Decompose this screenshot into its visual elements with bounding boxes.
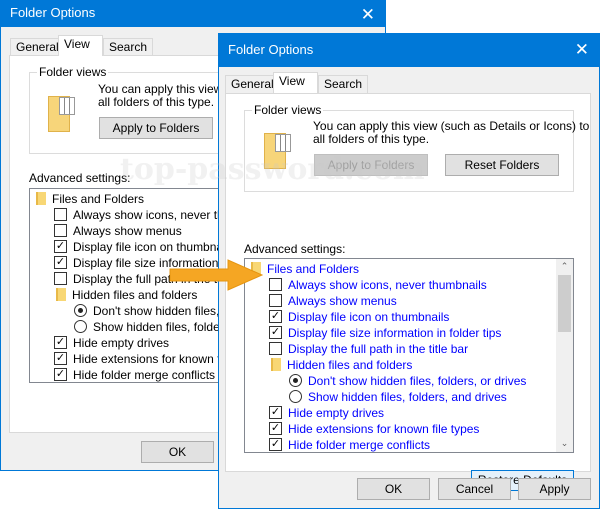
- radio-button[interactable]: [289, 374, 302, 387]
- checkbox[interactable]: [54, 272, 67, 285]
- checkbox[interactable]: ✓: [54, 240, 67, 253]
- tab-general[interactable]: General: [10, 38, 65, 56]
- close-icon[interactable]: ✕: [361, 3, 375, 27]
- folder-icon: [271, 358, 281, 371]
- view-grid-icon: [59, 97, 75, 115]
- checkbox[interactable]: ✓: [269, 406, 282, 419]
- advanced-settings-list[interactable]: ⌃ ⌄ Files and Folders Always show icons, …: [244, 258, 574, 453]
- window-title: Folder Options: [10, 5, 96, 20]
- list-item-label: Hide folder merge conflicts: [288, 438, 431, 452]
- tab-view[interactable]: View: [273, 72, 318, 93]
- view-grid-icon: [275, 134, 291, 152]
- list-item-label: Hide extensions for known file types: [288, 422, 480, 436]
- checkbox[interactable]: [269, 278, 282, 291]
- apply-to-folders-button[interactable]: Apply to Folders: [99, 117, 213, 139]
- folder-views-description: You can apply this view (s all folders o…: [98, 82, 236, 109]
- apply-to-folders-button[interactable]: Apply to Folders: [314, 154, 428, 176]
- tab-search[interactable]: Search: [318, 75, 369, 93]
- radio-button[interactable]: [74, 304, 87, 317]
- checkbox[interactable]: [269, 342, 282, 355]
- list-item-label: Hidden files and folders: [287, 358, 413, 372]
- advanced-settings-label: Advanced settings:: [29, 171, 131, 185]
- ok-button[interactable]: OK: [141, 441, 214, 463]
- ok-button[interactable]: OK: [357, 478, 430, 500]
- checkbox[interactable]: ✓: [54, 352, 67, 365]
- cancel-button[interactable]: Cancel: [438, 478, 511, 500]
- list-item-label: Always show icons, never thumbnails: [288, 278, 487, 292]
- list-item-label: Display file size information in folder …: [288, 326, 502, 340]
- checkbox[interactable]: [54, 208, 67, 221]
- title-bar: Folder Options ✕: [219, 34, 599, 67]
- checkbox[interactable]: ✓: [54, 256, 67, 269]
- tab-view[interactable]: View: [58, 35, 103, 56]
- folder-views-description: You can apply this view (such as Details…: [313, 119, 590, 146]
- close-icon[interactable]: ✕: [575, 34, 589, 66]
- list-item-label: Hide empty drives: [288, 406, 385, 420]
- list-item-label: Always show menus: [288, 294, 397, 308]
- scrollbar-thumb[interactable]: [558, 275, 571, 332]
- folder-views-label: Folder views: [37, 65, 109, 79]
- radio-button[interactable]: [289, 390, 302, 403]
- apply-button[interactable]: Apply: [518, 478, 591, 500]
- scroll-up-icon[interactable]: ⌃: [556, 261, 573, 272]
- list-item-label: Show hidden files, folders, and drives: [308, 390, 507, 404]
- checkbox[interactable]: [269, 294, 282, 307]
- folder-views-group: Folder views You can apply this view (su…: [244, 103, 589, 192]
- radio-button[interactable]: [74, 320, 87, 333]
- advanced-settings-label: Advanced settings:: [244, 242, 346, 256]
- tab-general[interactable]: General: [225, 75, 280, 93]
- tab-panel: Folder views You can apply this view (su…: [225, 93, 591, 491]
- title-bar: Folder Options ✕: [1, 1, 385, 27]
- list-item-label: Display file icon on thumbnails: [288, 310, 450, 324]
- folder-icon: [36, 192, 46, 205]
- list-item-label: Display file icon on thumbnails: [73, 240, 235, 254]
- list-item-label: Files and Folders: [267, 262, 360, 276]
- scrollbar[interactable]: ⌃ ⌄: [556, 259, 573, 452]
- checkbox[interactable]: ✓: [269, 310, 282, 323]
- checkbox[interactable]: ✓: [54, 368, 67, 381]
- front-folder-options-window: Folder Options ✕ General View Search Fol…: [218, 33, 600, 509]
- tab-search[interactable]: Search: [103, 38, 154, 56]
- list-item-label: Hide folder merge conflicts: [73, 368, 216, 382]
- list-item-label: Display the full path in the title bar: [288, 342, 469, 356]
- list-item-label: Don't show hidden files, folders, or dri…: [308, 374, 527, 388]
- reset-folders-button[interactable]: Reset Folders: [445, 154, 559, 176]
- arrow-icon: [169, 259, 264, 291]
- list-item-label: Hide empty drives: [73, 336, 170, 350]
- folder-icon: [56, 288, 66, 301]
- folder-views-label: Folder views: [252, 103, 324, 117]
- checkbox[interactable]: ✓: [54, 336, 67, 349]
- list-item-label: Files and Folders: [52, 192, 145, 206]
- checkbox[interactable]: ✓: [269, 326, 282, 339]
- window-title: Folder Options: [228, 42, 314, 57]
- checkbox[interactable]: ✓: [269, 438, 282, 451]
- list-item-label: Always show menus: [73, 224, 182, 238]
- checkbox[interactable]: ✓: [269, 422, 282, 435]
- scroll-down-icon[interactable]: ⌄: [556, 438, 573, 449]
- checkbox[interactable]: [54, 224, 67, 237]
